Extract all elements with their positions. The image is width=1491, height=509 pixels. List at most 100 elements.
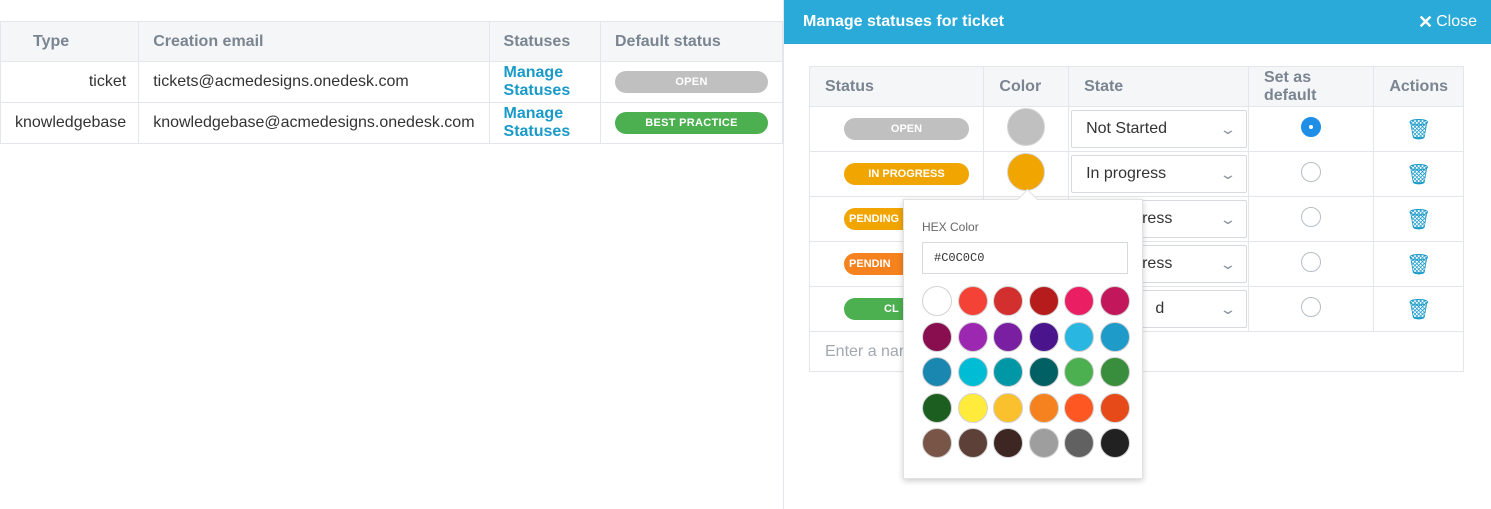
state-select[interactable]: In progress ⌄: [1071, 155, 1248, 193]
close-icon: ✕: [1418, 11, 1434, 32]
palette-color-swatch[interactable]: [922, 286, 952, 316]
palette-color-swatch[interactable]: [957, 428, 988, 459]
chevron-down-icon: ⌄: [1219, 120, 1237, 137]
color-swatch[interactable]: [1007, 107, 1046, 146]
palette-color-swatch[interactable]: [993, 428, 1024, 459]
table-header-row: Type Creation email Statuses Default sta…: [0, 21, 783, 62]
status-badge: IN PROGRESS: [844, 163, 969, 185]
manage-statuses-link[interactable]: Manage Statuses: [488, 61, 602, 103]
manage-statuses-link[interactable]: Manage Statuses: [488, 102, 602, 144]
state-value: Not Started: [1086, 120, 1167, 137]
chevron-down-icon: ⌄: [1219, 165, 1237, 182]
palette-color-swatch[interactable]: [993, 357, 1024, 388]
column-type: Type: [0, 21, 140, 62]
trash-icon[interactable]: 🗑: [1406, 254, 1431, 276]
palette-color-swatch[interactable]: [1099, 428, 1130, 459]
column-statuses: Statuses: [488, 21, 602, 62]
trash-icon[interactable]: 🗑: [1406, 119, 1431, 141]
new-status-placeholder-left: Enter a nar: [825, 342, 905, 360]
default-radio[interactable]: [1301, 116, 1322, 137]
trash-icon[interactable]: 🗑: [1406, 299, 1431, 321]
actions-cell: 🗑: [1373, 151, 1464, 197]
color-cell: [983, 106, 1070, 152]
default-status-cell: OPEN: [600, 61, 783, 103]
close-button[interactable]: ✕ Close: [1418, 12, 1477, 33]
column-set-as-default: Set as default: [1247, 66, 1375, 107]
column-actions: Actions: [1373, 66, 1464, 107]
default-cell: [1247, 106, 1375, 152]
state-select[interactable]: Not Started ⌄: [1071, 110, 1248, 148]
trash-icon[interactable]: 🗑: [1406, 164, 1431, 186]
type-cell: knowledgebase: [0, 102, 140, 144]
state-value: ress: [1142, 255, 1173, 272]
palette-color-swatch[interactable]: [957, 392, 988, 423]
state-value: In progress: [1086, 165, 1167, 182]
palette-color-swatch[interactable]: [1028, 321, 1059, 352]
chevron-down-icon: ⌄: [1219, 210, 1237, 227]
palette-color-swatch[interactable]: [1028, 357, 1059, 388]
default-cell: [1247, 286, 1375, 332]
palette-color-swatch[interactable]: [1099, 286, 1130, 316]
actions-cell: 🗑: [1373, 106, 1464, 152]
email-cell: tickets@acmedesigns.onedesk.com: [138, 61, 490, 103]
modal-title: Manage statuses for ticket: [803, 13, 1004, 30]
palette-color-swatch[interactable]: [993, 392, 1024, 423]
palette-color-swatch[interactable]: [1099, 321, 1130, 352]
palette-color-swatch[interactable]: [922, 392, 952, 423]
palette-color-swatch[interactable]: [1099, 392, 1130, 423]
palette-color-swatch[interactable]: [1028, 286, 1059, 316]
color-swatch[interactable]: [1007, 152, 1046, 191]
palette-color-swatch[interactable]: [1028, 428, 1059, 459]
palette-color-swatch[interactable]: [922, 321, 952, 352]
trash-icon[interactable]: 🗑: [1406, 209, 1431, 231]
palette-color-swatch[interactable]: [957, 286, 988, 316]
palette-color-swatch[interactable]: [1064, 286, 1095, 316]
close-label: Close: [1436, 13, 1477, 30]
palette-color-swatch[interactable]: [922, 428, 952, 459]
palette-color-swatch[interactable]: [1028, 392, 1059, 423]
column-state: State: [1068, 66, 1249, 107]
table-row: knowledgebase knowledgebase@acmedesigns.…: [0, 102, 783, 144]
default-cell: [1247, 241, 1375, 287]
column-creation-email: Creation email: [138, 21, 490, 62]
type-cell: ticket: [0, 61, 140, 103]
palette-color-swatch[interactable]: [993, 286, 1024, 316]
statuses-header-row: Status Color State Set as default Action…: [808, 66, 1464, 107]
default-radio[interactable]: [1301, 251, 1322, 272]
status-cell: IN PROGRESS: [808, 151, 985, 197]
hex-color-input[interactable]: #C0C0C0: [922, 242, 1128, 274]
palette-color-swatch[interactable]: [1064, 428, 1095, 459]
status-types-table: Type Creation email Statuses Default sta…: [0, 21, 783, 144]
status-cell: OPEN: [808, 106, 985, 152]
palette-color-swatch[interactable]: [1099, 357, 1130, 388]
column-default-status: Default status: [600, 21, 783, 62]
status-badge: OPEN: [615, 71, 768, 93]
palette-color-swatch[interactable]: [1064, 392, 1095, 423]
actions-cell: 🗑: [1373, 286, 1464, 332]
palette-color-swatch[interactable]: [1064, 357, 1095, 388]
palette-color-swatch[interactable]: [993, 321, 1024, 352]
status-badge: OPEN: [844, 118, 969, 140]
default-radio[interactable]: [1301, 296, 1322, 317]
status-row: OPEN Not Started ⌄ 🗑: [808, 106, 1464, 152]
default-cell: [1247, 151, 1375, 197]
state-cell: In progress ⌄: [1068, 151, 1249, 197]
palette-color-swatch[interactable]: [957, 357, 988, 388]
status-row: IN PROGRESS In progress ⌄ 🗑: [808, 151, 1464, 197]
palette-color-swatch[interactable]: [957, 321, 988, 352]
default-status-cell: BEST PRACTICE: [600, 102, 783, 144]
chevron-down-icon: ⌄: [1219, 300, 1237, 317]
chevron-down-icon: ⌄: [1219, 255, 1237, 272]
palette-color-swatch[interactable]: [922, 357, 952, 388]
status-badge: BEST PRACTICE: [615, 112, 768, 134]
table-row: ticket tickets@acmedesigns.onedesk.com M…: [0, 61, 783, 103]
modal-header: Manage statuses for ticket ✕ Close: [784, 0, 1491, 44]
default-radio[interactable]: [1301, 206, 1322, 227]
default-radio[interactable]: [1301, 161, 1322, 182]
palette-color-swatch[interactable]: [1064, 321, 1095, 352]
state-cell: Not Started ⌄: [1068, 106, 1249, 152]
color-palette: [922, 286, 1130, 459]
state-value: ress: [1142, 210, 1173, 227]
column-status: Status: [808, 66, 985, 107]
hex-color-label: HEX Color: [922, 220, 979, 234]
